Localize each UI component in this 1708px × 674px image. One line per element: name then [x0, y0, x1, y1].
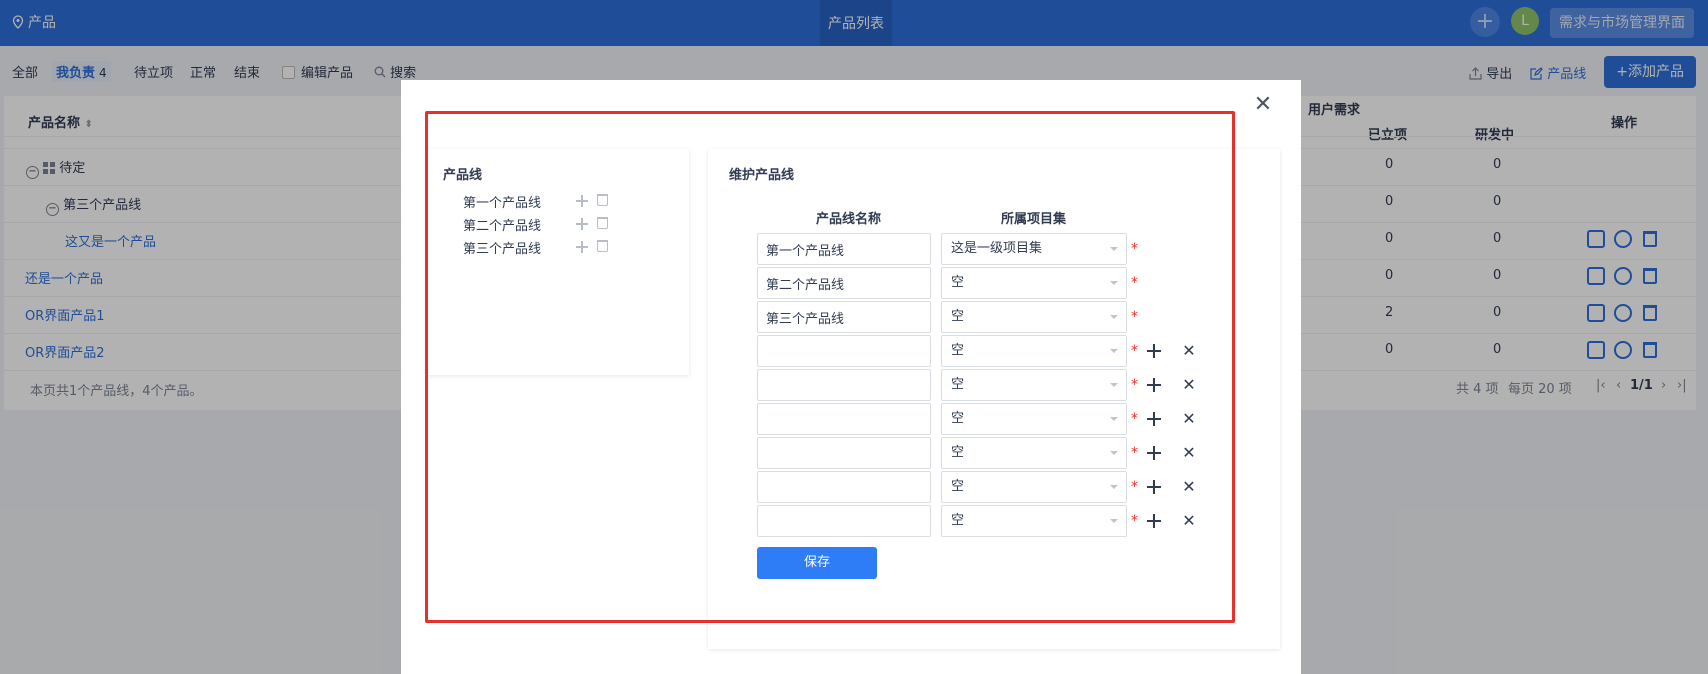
highlight-box	[425, 111, 1235, 623]
close-icon[interactable]: ✕	[1252, 94, 1274, 116]
product-line-modal: ✕ 产品线 第一个产品线 第二个产品线 第三个产品线 维护产品线 产品线名称 所…	[401, 80, 1301, 674]
